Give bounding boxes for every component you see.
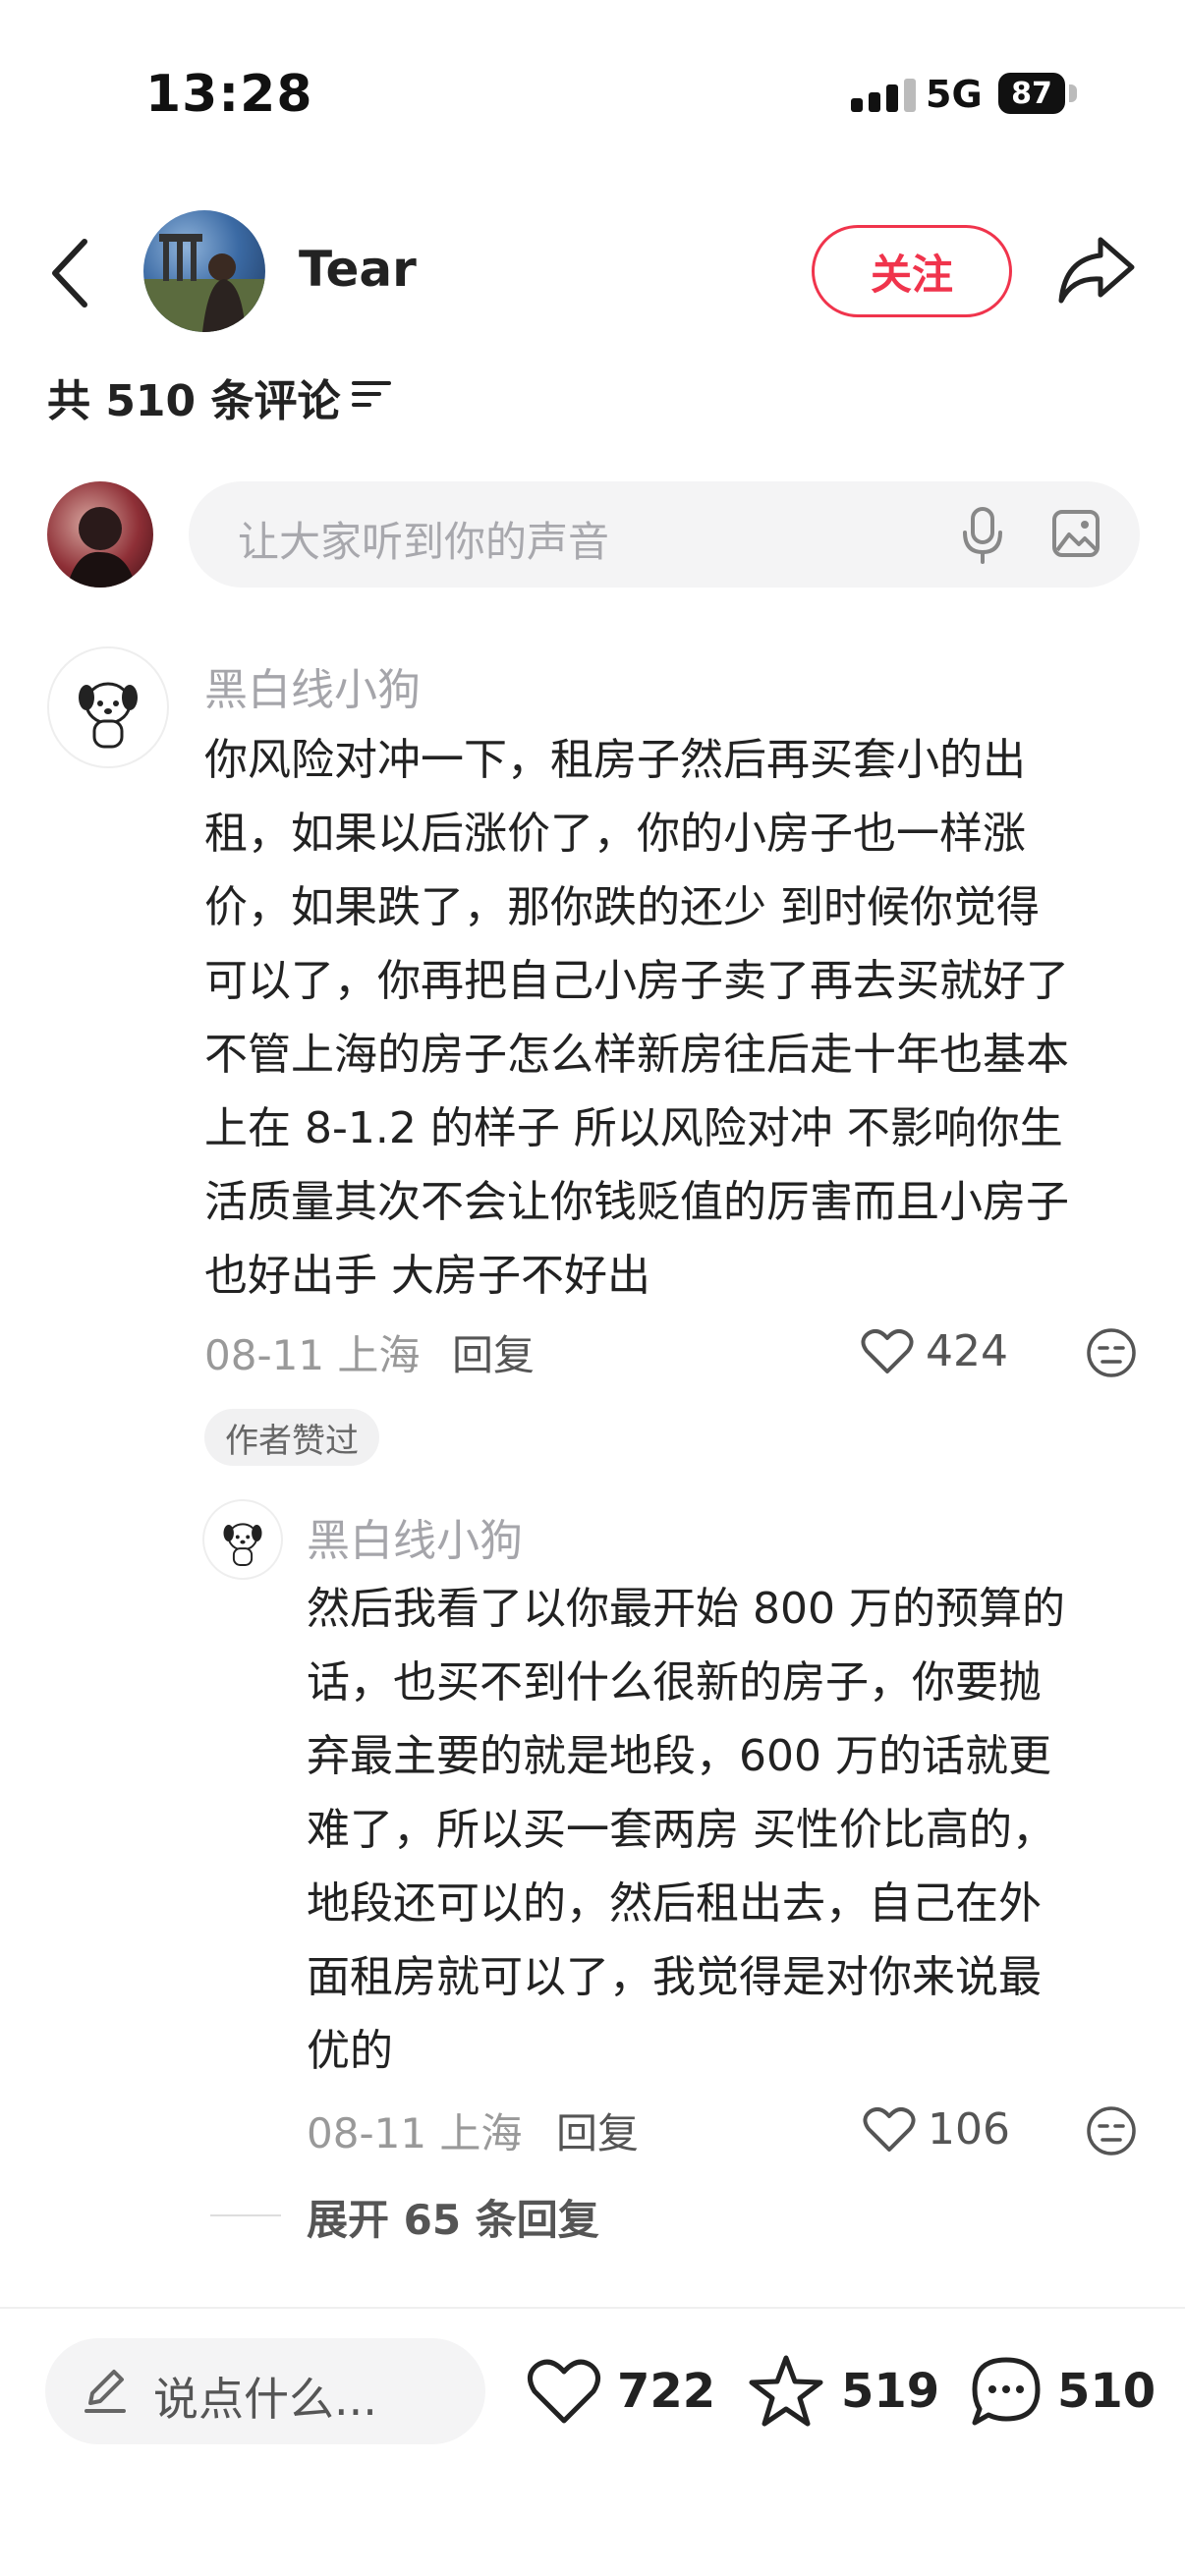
reply-reply-button[interactable]: 回复 bbox=[556, 2100, 639, 2160]
reply-body: 然后我看了以你最开始 800 万的预算的 话，也买不到什么很新的房子，你要抛 弃… bbox=[307, 1572, 1152, 2088]
comment-date-location: 08-11 上海 bbox=[204, 1331, 421, 1379]
comment-line: 租，如果以后涨价了，你的小房子也一样涨 bbox=[204, 809, 1026, 859]
post-comment-count: 510 bbox=[1057, 2364, 1157, 2419]
commenter-avatar[interactable] bbox=[47, 646, 169, 768]
comment-line: 上在 8-1.2 的样子 所以风险对冲 不影响你生 bbox=[204, 1103, 1063, 1153]
comment-line: 也好出手 大房子不好出 bbox=[204, 1251, 650, 1301]
like-heart-icon[interactable] bbox=[525, 2352, 603, 2431]
signal-bars-icon bbox=[851, 79, 916, 112]
comment-line: 活质量其次不会让你钱贬值的厉害而且小房子 bbox=[204, 1177, 1069, 1227]
comment-line: 你风险对冲一下，租房子然后再买套小的出 bbox=[204, 735, 1026, 785]
comment-reply-button[interactable]: 回复 bbox=[452, 1322, 535, 1382]
post-like-count: 722 bbox=[617, 2364, 716, 2419]
chevron-left-icon[interactable] bbox=[47, 234, 96, 312]
commenter-name[interactable]: 黑白线小狗 bbox=[204, 654, 421, 717]
reply-line: 难了，所以买一套两房 买性价比高的， bbox=[307, 1805, 1055, 1855]
battery-level: 87 bbox=[1011, 77, 1052, 111]
share-arrow-icon[interactable] bbox=[1055, 234, 1136, 307]
author-liked-badge: 作者赞过 bbox=[204, 1409, 379, 1466]
battery-icon: 87 bbox=[998, 73, 1077, 114]
reply-line: 地段还可以的，然后租出去，自己在外 bbox=[307, 1878, 1042, 1929]
comment-count: 共 510 条评论 bbox=[47, 376, 341, 426]
pencil-icon bbox=[85, 2370, 126, 2413]
comment-like-count: 424 bbox=[926, 1326, 1008, 1376]
image-icon[interactable] bbox=[1051, 509, 1100, 558]
author-avatar[interactable] bbox=[143, 210, 265, 332]
status-time: 13:28 bbox=[145, 65, 313, 124]
reply-line: 话，也买不到什么很新的房子，你要抛 bbox=[307, 1657, 1042, 1708]
expand-replies-button[interactable]: 展开 65 条回复 bbox=[307, 2187, 599, 2247]
reply-line: 优的 bbox=[307, 2026, 393, 2076]
post-star-count: 519 bbox=[841, 2364, 940, 2419]
comment-line: 不管上海的房子怎么样新房往后走十年也基本 bbox=[204, 1030, 1069, 1080]
reply-avatar[interactable] bbox=[202, 1499, 283, 1580]
microphone-icon[interactable] bbox=[959, 505, 1006, 564]
sort-lines-icon[interactable] bbox=[352, 377, 391, 411]
bottom-divider bbox=[0, 2307, 1185, 2309]
reply-line: 面租房就可以了，我觉得是对你来说最 bbox=[307, 1952, 1042, 2002]
comment-body: 你风险对冲一下，租房子然后再买套小的出 租，如果以后涨价了，你的小房子也一样涨 … bbox=[204, 723, 1148, 1313]
reply-date-location: 08-11 上海 bbox=[307, 2109, 523, 2157]
reply-line: 弃最主要的就是地段，600 万的话就更 bbox=[307, 1731, 1051, 1781]
author-name[interactable]: Tear bbox=[299, 241, 417, 298]
dislike-face-icon[interactable] bbox=[1085, 1326, 1138, 1379]
my-avatar bbox=[47, 481, 153, 588]
say-something-placeholder[interactable]: 说点什么... bbox=[153, 2364, 377, 2429]
reply-line: 然后我看了以你最开始 800 万的预算的 bbox=[307, 1584, 1065, 1634]
star-icon[interactable] bbox=[747, 2352, 825, 2431]
heart-icon[interactable] bbox=[861, 1328, 914, 1375]
dislike-face-icon[interactable] bbox=[1085, 2104, 1138, 2157]
expand-divider bbox=[210, 2214, 281, 2216]
reply-like-count: 106 bbox=[928, 2104, 1010, 2155]
follow-button[interactable]: 关注 bbox=[812, 225, 1012, 317]
comment-input-placeholder[interactable]: 让大家听到你的声音 bbox=[238, 509, 609, 569]
comment-bubble-icon[interactable] bbox=[967, 2352, 1045, 2431]
heart-icon[interactable] bbox=[863, 2106, 916, 2154]
reply-user-name[interactable]: 黑白线小狗 bbox=[307, 1505, 523, 1568]
network-label: 5G bbox=[926, 73, 983, 116]
comment-line: 可以了，你再把自己小房子卖了再去买就好了 bbox=[204, 956, 1069, 1006]
comment-line: 价，如果跌了，那你跌的还少 到时候你觉得 bbox=[204, 882, 1040, 932]
